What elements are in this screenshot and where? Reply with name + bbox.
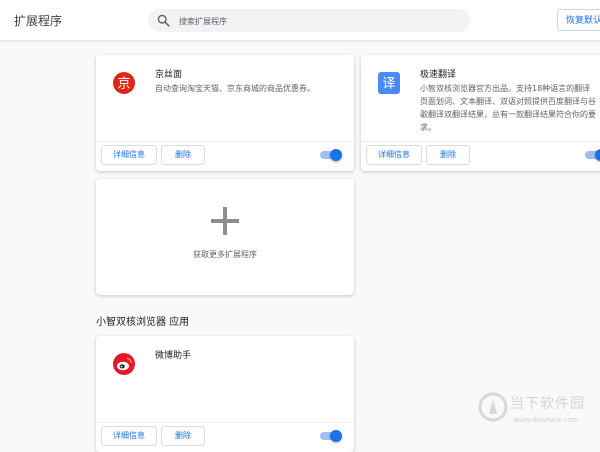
search-box[interactable] xyxy=(148,9,470,32)
app-card: 微博助手 详细信息 删除 xyxy=(96,336,354,452)
extension-description: 自动查询淘宝天猫、京东商城的商品优惠券。 xyxy=(155,84,315,93)
watermark: 当下软件园 www.downxia.com xyxy=(478,390,600,434)
details-button[interactable]: 详细信息 xyxy=(366,145,422,165)
top-bar: 扩展程序 恢复默认 xyxy=(0,0,600,41)
svg-text:京: 京 xyxy=(117,77,130,92)
get-more-extensions-card[interactable]: 获取更多扩展程序 xyxy=(96,179,354,295)
description-line: 歌翻译双翻译结果，总有一款翻译结果符合你的要 xyxy=(420,110,596,119)
remove-button[interactable]: 删除 xyxy=(161,426,205,446)
extension-card: 京 京丝面 自动查询淘宝天猫、京东商城的商品优惠券。 详细信息 删除 xyxy=(96,55,354,171)
search-input[interactable] xyxy=(177,12,461,30)
remove-button[interactable]: 删除 xyxy=(161,145,205,165)
extension-card: 译 极速翻译 小智双核浏览器官方出品。支持18种语言的翻译 页面划词、文本翻译、… xyxy=(361,55,600,171)
details-button[interactable]: 详细信息 xyxy=(101,145,157,165)
search-icon xyxy=(157,14,170,27)
card-divider xyxy=(96,141,354,142)
card-divider xyxy=(361,141,600,142)
extension-name: 极速翻译 xyxy=(420,70,457,80)
watermark-text: 当下软件园 xyxy=(510,396,585,412)
details-button[interactable]: 详细信息 xyxy=(101,426,157,446)
translate-icon-glyph: 译 xyxy=(382,77,395,92)
apps-section-title: 小智双核浏览器 应用 xyxy=(96,317,190,328)
toggle-knob xyxy=(330,430,342,442)
description-line: 页面划词、文本翻译、双语对照提供百度翻译与谷 xyxy=(420,97,596,106)
app-name: 微博助手 xyxy=(155,351,192,361)
toggle-knob xyxy=(330,149,342,161)
enable-toggle[interactable] xyxy=(320,149,342,161)
watermark-logo-icon xyxy=(478,392,508,422)
weibo-icon xyxy=(113,353,135,375)
plus-icon xyxy=(211,207,239,235)
description-line: 求。 xyxy=(420,123,436,132)
translate-icon: 译 xyxy=(378,72,400,94)
watermark-url: www.downxia.com xyxy=(513,416,579,424)
card-divider xyxy=(96,422,354,423)
toggle-knob xyxy=(595,149,600,161)
description-line: 小智双核浏览器官方出品。支持18种语言的翻译 xyxy=(420,84,591,93)
enable-toggle[interactable] xyxy=(585,149,600,161)
jd-logo-icon: 京 xyxy=(113,72,135,94)
page-title: 扩展程序 xyxy=(14,14,63,28)
get-more-label: 获取更多扩展程序 xyxy=(193,250,257,259)
extension-description: 小智双核浏览器官方出品。支持18种语言的翻译 页面划词、文本翻译、双语对照提供百… xyxy=(420,82,596,134)
restore-defaults-button[interactable]: 恢复默认 xyxy=(557,9,600,31)
enable-toggle[interactable] xyxy=(320,430,342,442)
remove-button[interactable]: 删除 xyxy=(426,145,470,165)
extension-name: 京丝面 xyxy=(155,70,183,80)
